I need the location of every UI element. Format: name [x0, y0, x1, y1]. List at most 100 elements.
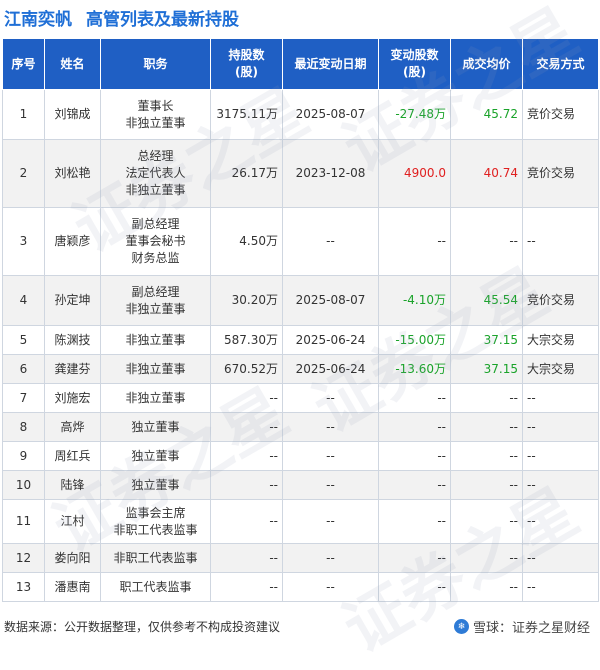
cell-no: 2 — [2, 139, 45, 208]
cell-holding: 587.30万 — [210, 325, 283, 355]
cell-date: 2025-06-24 — [282, 325, 379, 355]
cell-no: 1 — [2, 89, 45, 140]
table-row: 8 高烨 独立董事 -- -- -- -- -- — [2, 412, 599, 442]
company-name: 江南奕帆 — [4, 9, 72, 30]
cell-holding: -- — [210, 383, 283, 413]
cell-name: 唐颖彦 — [44, 207, 101, 276]
cell-holding: -- — [210, 543, 283, 573]
brand-label: 雪球：证券之星财经 — [472, 621, 590, 636]
cell-position: 非独立董事 — [100, 325, 211, 355]
table-row: 2 刘松艳 总经理 法定代表人 非独立董事 26.17万 2023-12-08 4900.0 4… — [2, 139, 599, 208]
cell-position: 总经理 法定代表人 非独立董事 — [100, 139, 211, 208]
position-line: 董事长 — [137, 98, 174, 113]
cell-change: -- — [378, 499, 451, 544]
position-line: 非独立董事 — [125, 301, 186, 316]
table-title: 高管列表及最新持股 — [86, 9, 239, 30]
table-row: 13 潘惠南 职工代表监事 -- -- -- -- -- — [2, 572, 599, 602]
cell-method: -- — [522, 499, 599, 544]
cell-name: 孙定坤 — [44, 275, 101, 326]
cell-date: -- — [282, 207, 379, 276]
cell-method: 竞价交易 — [522, 89, 599, 140]
cell-position: 职工代表监事 — [100, 572, 211, 602]
position-line: 监事会主席 — [125, 505, 186, 520]
col-header-date: 最近变动日期 — [282, 38, 379, 90]
cell-name: 刘施宏 — [44, 383, 101, 413]
table-row: 4 孙定坤 副总经理 非独立董事 30.20万 2025-08-07 -4.10万 45.54… — [2, 275, 599, 326]
cell-method: 竞价交易 — [522, 139, 599, 208]
cell-name: 龚建芬 — [44, 354, 101, 384]
cell-method: -- — [522, 383, 599, 413]
table-row: 3 唐颖彦 副总经理 董事会秘书 财务总监 4.50万 -- -- -- -- — [2, 207, 599, 276]
cell-method: -- — [522, 207, 599, 276]
cell-date: -- — [282, 441, 379, 471]
cell-holding: -- — [210, 470, 283, 500]
cell-holding: 3175.11万 — [210, 89, 283, 140]
cell-holding: 4.50万 — [210, 207, 283, 276]
cell-position: 非独立董事 — [100, 383, 211, 413]
cell-position: 董事长 非独立董事 — [100, 89, 211, 140]
cell-price: -- — [450, 499, 523, 544]
cell-holding: 30.20万 — [210, 275, 283, 326]
cell-price: -- — [450, 412, 523, 442]
col-header-name: 姓名 — [44, 38, 101, 90]
table-row: 5 陈渊技 非独立董事 587.30万 2025-06-24 -15.00万 37.15 大宗… — [2, 325, 599, 355]
cell-holding: -- — [210, 441, 283, 471]
cell-position: 独立董事 — [100, 470, 211, 500]
cell-change: -- — [378, 383, 451, 413]
cell-name: 娄向阳 — [44, 543, 101, 573]
cell-no: 7 — [2, 383, 45, 413]
position-line: 独立董事 — [131, 448, 180, 463]
table-header-row: 序号 姓名 职务 持股数 (股) 最近变动日期 变动股数 (股) 成交均价 交易… — [2, 38, 599, 90]
position-line: 非独立董事 — [125, 390, 186, 405]
position-line: 非职工代表监事 — [113, 522, 198, 537]
col-header-position: 职务 — [100, 38, 211, 90]
table-row: 9 周红兵 独立董事 -- -- -- -- -- — [2, 441, 599, 471]
cell-change: -- — [378, 207, 451, 276]
position-line: 副总经理 — [131, 217, 180, 231]
col-header-holding: 持股数 (股) — [210, 38, 283, 90]
position-line: 法定代表人 — [125, 166, 186, 180]
cell-holding: 26.17万 — [210, 139, 283, 208]
cell-holding: -- — [210, 499, 283, 544]
cell-change: -15.00万 — [378, 325, 451, 355]
cell-price: -- — [450, 383, 523, 413]
cell-price: 45.72 — [450, 89, 523, 140]
cell-date: -- — [282, 499, 379, 544]
cell-name: 陆锋 — [44, 470, 101, 500]
cell-change: -- — [378, 470, 451, 500]
cell-change: -27.48万 — [378, 89, 451, 140]
cell-position: 监事会主席非职工代表监事 — [100, 499, 211, 544]
col-header-method: 交易方式 — [522, 38, 599, 90]
cell-date: -- — [282, 383, 379, 413]
position-line: 财务总监 — [131, 251, 180, 265]
cell-name: 高烨 — [44, 412, 101, 442]
cell-date: -- — [282, 412, 379, 442]
cell-change: 4900.0 — [378, 139, 451, 208]
position-line: 非独立董事 — [125, 332, 186, 347]
position-line: 独立董事 — [131, 477, 180, 492]
cell-no: 8 — [2, 412, 45, 442]
cell-price: 40.74 — [450, 139, 523, 208]
cell-date: 2025-08-07 — [282, 275, 379, 326]
cell-name: 刘锦成 — [44, 89, 101, 140]
col-header-price: 成交均价 — [450, 38, 523, 90]
cell-no: 12 — [2, 543, 45, 573]
cell-no: 9 — [2, 441, 45, 471]
cell-method: -- — [522, 441, 599, 471]
cell-price: -- — [450, 441, 523, 471]
col-header-holding-text: 持股数 (股) — [228, 48, 265, 79]
cell-change: -13.60万 — [378, 354, 451, 384]
cell-method: 大宗交易 — [522, 354, 599, 384]
cell-method: -- — [522, 412, 599, 442]
page-title: 江南奕帆 高管列表及最新持股 — [4, 4, 239, 30]
cell-method: -- — [522, 543, 599, 573]
cell-change: -- — [378, 572, 451, 602]
cell-position: 非独立董事 — [100, 354, 211, 384]
cell-method: 大宗交易 — [522, 325, 599, 355]
cell-price: -- — [450, 572, 523, 602]
cell-method: -- — [522, 470, 599, 500]
table-row: 7 刘施宏 非独立董事 -- -- -- -- -- — [2, 383, 599, 413]
cell-date: -- — [282, 543, 379, 573]
cell-change: -4.10万 — [378, 275, 451, 326]
cell-change: -- — [378, 412, 451, 442]
